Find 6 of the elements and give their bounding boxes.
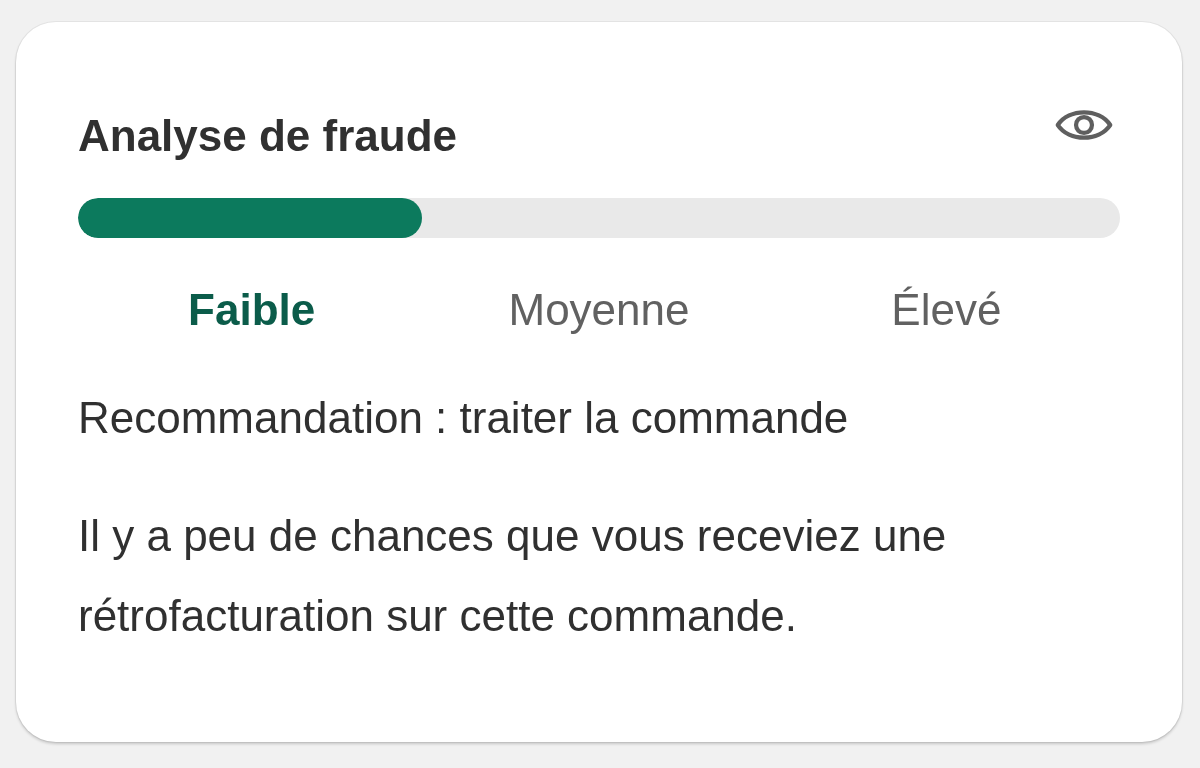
risk-level-label: Faible <box>188 284 316 336</box>
risk-level-label: Moyenne <box>508 284 690 336</box>
recommendation-text: Recommandation : traiter la commande <box>78 392 850 444</box>
card-title: Analyse de fraude <box>78 110 458 162</box>
risk-level-label: Élevé <box>891 284 1002 336</box>
description-text: Il y a peu de chances que vous receviez une rétrofacturation sur cette commande. <box>78 510 948 642</box>
